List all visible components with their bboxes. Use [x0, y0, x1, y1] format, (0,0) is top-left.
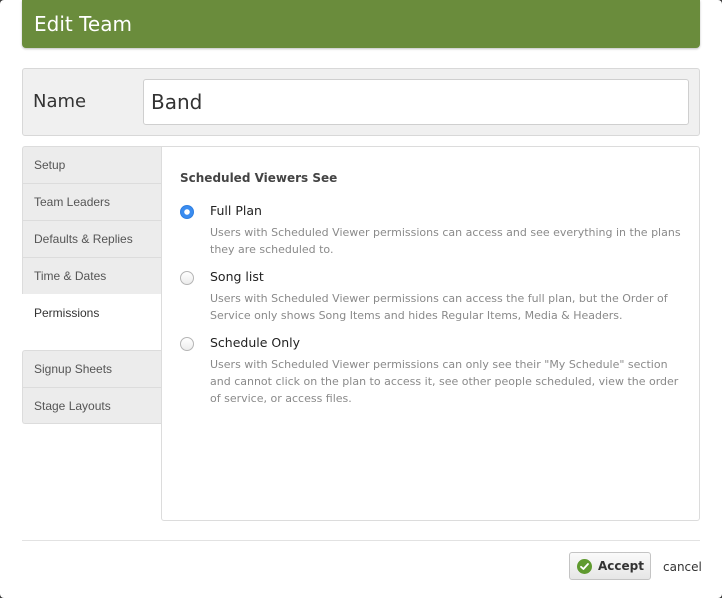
option-description: Users with Scheduled Viewer permissions …: [210, 226, 681, 256]
tab-time-dates[interactable]: Time & Dates: [22, 257, 162, 294]
tab-team-leaders[interactable]: Team Leaders: [22, 183, 162, 220]
permissions-panel: Scheduled Viewers See Full Plan Users wi…: [161, 146, 700, 521]
full-plan-radio[interactable]: [180, 205, 194, 219]
tab-permissions[interactable]: Permissions: [22, 294, 162, 331]
option-description: Users with Scheduled Viewer permissions …: [210, 358, 679, 405]
accept-button[interactable]: Accept: [569, 552, 651, 580]
tab-stage-layouts[interactable]: Stage Layouts: [22, 387, 162, 424]
option-description: Users with Scheduled Viewer permissions …: [210, 292, 668, 322]
name-panel: Name: [22, 68, 700, 136]
footer-divider: [22, 540, 700, 541]
tab-setup[interactable]: Setup: [22, 146, 162, 183]
schedule-only-radio[interactable]: [180, 337, 194, 351]
settings-tabs: Setup Team Leaders Defaults & Replies Ti…: [22, 146, 162, 424]
tab-gap: [22, 331, 162, 350]
song-list-radio[interactable]: [180, 271, 194, 285]
tab-signup-sheets[interactable]: Signup Sheets: [22, 350, 162, 387]
tab-defaults-replies[interactable]: Defaults & Replies: [22, 220, 162, 257]
dialog-titlebar: Edit Team: [22, 0, 700, 48]
team-name-input[interactable]: [143, 79, 689, 125]
option-label: Schedule Only: [210, 335, 301, 350]
name-label: Name: [33, 91, 87, 112]
accept-label: Accept: [598, 559, 644, 573]
option-label: Full Plan: [210, 203, 262, 218]
dialog-title: Edit Team: [34, 12, 132, 36]
cancel-link[interactable]: cancel: [663, 560, 702, 574]
option-label: Song list: [210, 269, 264, 284]
section-title: Scheduled Viewers See: [180, 171, 338, 185]
checkmark-icon: [577, 559, 592, 574]
edit-team-dialog: Edit Team Name Setup Team Leaders Defaul…: [0, 0, 722, 598]
